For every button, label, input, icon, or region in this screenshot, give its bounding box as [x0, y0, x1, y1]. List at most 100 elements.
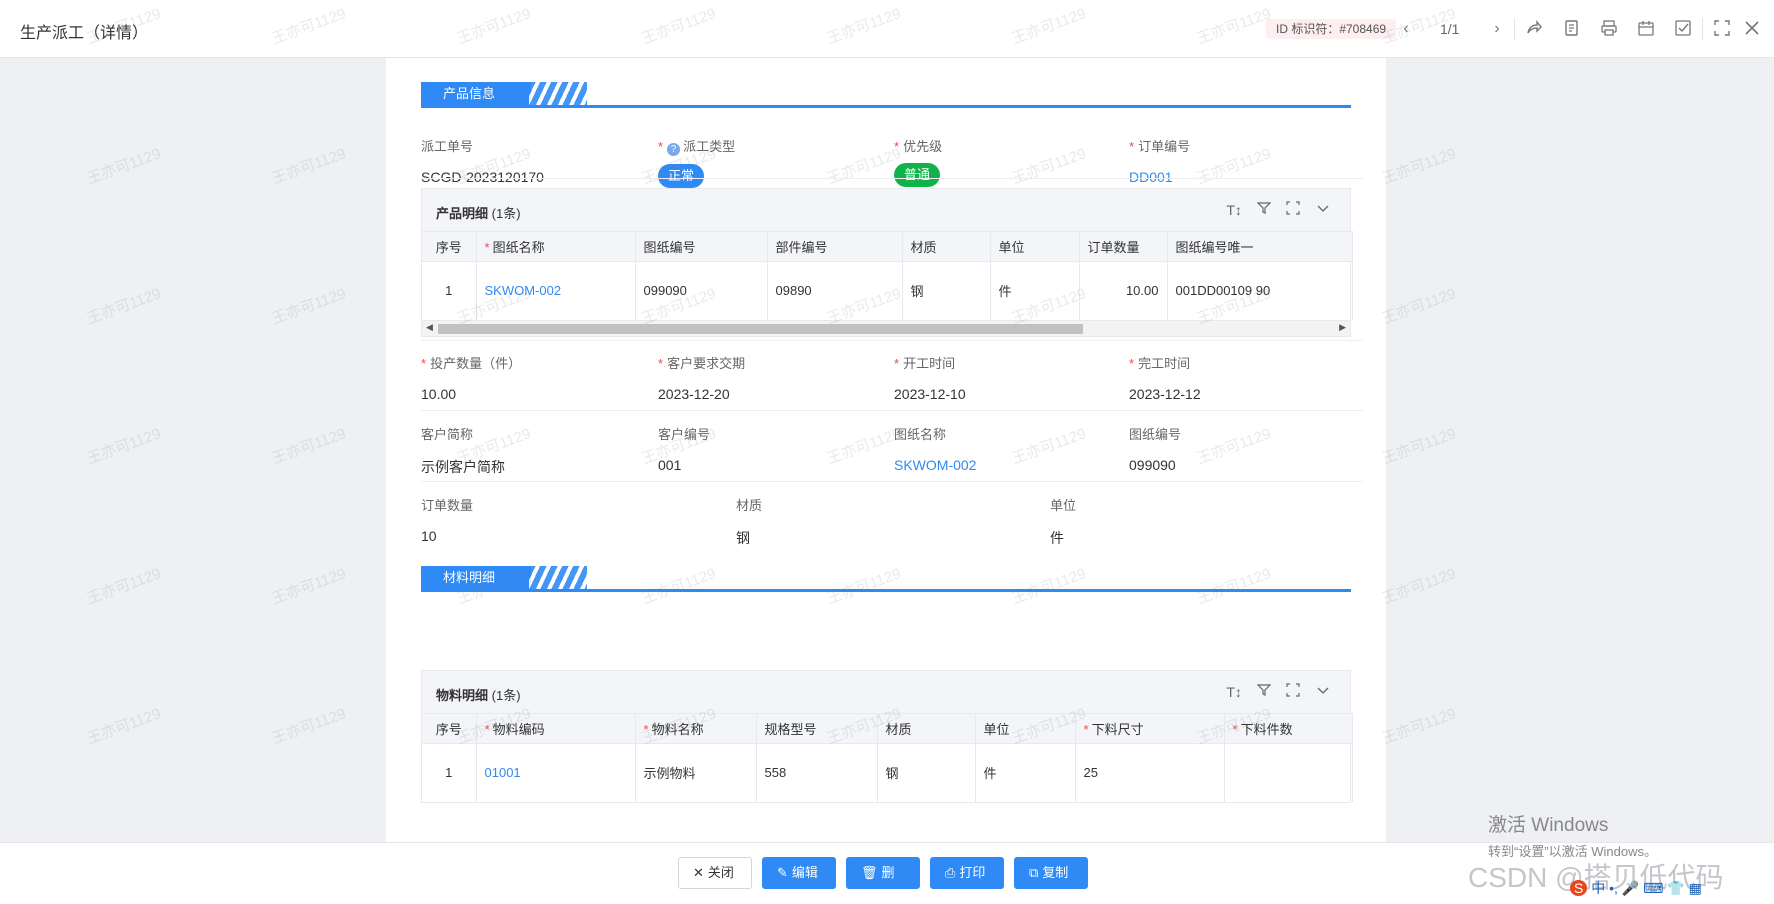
- print-icon[interactable]: [1599, 19, 1619, 39]
- cell-cut-size: 25: [1075, 743, 1225, 802]
- trash-icon: 🗑: [861, 865, 878, 880]
- field-label: 客户编号: [658, 427, 711, 442]
- watermark-text: 王亦可1129: [1379, 285, 1459, 328]
- edit-button[interactable]: ✎ 编辑: [762, 857, 836, 889]
- watermark-text: 王亦可1129: [1379, 425, 1459, 468]
- watermark-text: 王亦可1129: [1379, 565, 1459, 608]
- field-value: 示例客户简称: [421, 459, 505, 475]
- print-button[interactable]: ⎙ 打印: [930, 857, 1004, 889]
- field-order-qty: 订单数量 10: [421, 495, 473, 544]
- doc-icon[interactable]: [1562, 19, 1582, 39]
- filter-icon[interactable]: [1255, 683, 1273, 700]
- field-label: 客户简称: [421, 427, 474, 442]
- watermark-text: 王亦可1129: [84, 145, 164, 188]
- expand-icon[interactable]: [1284, 201, 1302, 218]
- expand-icon[interactable]: [1284, 683, 1302, 700]
- field-value: 10.00: [421, 386, 457, 402]
- text-size-icon[interactable]: T↕: [1225, 684, 1243, 700]
- field-drawing-name: 图纸名称 SKWOM-002: [894, 424, 976, 473]
- chevron-down-icon[interactable]: [1314, 683, 1332, 700]
- material-detail-table: 物料明细 (1条) T↕ 序号 * 物料编码 * 物料名称 规格型号 材质 单位…: [421, 670, 1353, 803]
- cell-unit: 件: [990, 261, 1080, 320]
- close-button[interactable]: ✕ 关闭: [678, 857, 752, 889]
- field-value: 2023-12-10: [894, 386, 966, 402]
- filter-icon[interactable]: [1255, 201, 1273, 218]
- field-label: 优先级: [903, 139, 943, 154]
- calendar-icon[interactable]: [1636, 19, 1656, 39]
- close-icon: ✕: [693, 865, 704, 880]
- column-header: * 下料件数: [1224, 713, 1353, 744]
- check-icon[interactable]: [1673, 19, 1693, 39]
- watermark-text: 王亦可1129: [269, 705, 349, 748]
- field-finish-time: * 完工时间 2023-12-12: [1129, 356, 1201, 402]
- field-start-time: * 开工时间 2023-12-10: [894, 356, 966, 402]
- share-icon[interactable]: [1524, 19, 1544, 39]
- section-tag: 材料明细: [421, 566, 531, 590]
- help-icon[interactable]: ?: [667, 143, 681, 156]
- required-mark: *: [894, 139, 900, 154]
- field-label: 单位: [1050, 498, 1077, 513]
- microphone-icon[interactable]: 🎤: [1622, 880, 1639, 896]
- product-section-header: 产品信息: [421, 82, 1351, 108]
- watermark-text: 王亦可1129: [84, 285, 164, 328]
- watermark-text: 王亦可1129: [84, 425, 164, 468]
- cell-drawing-name[interactable]: SKWOM-002: [476, 261, 636, 320]
- field-label: 材质: [736, 498, 763, 513]
- column-header: 序号: [422, 713, 477, 744]
- top-bar: 生产派工（详情） ID 标识符：#708469 ‹ 1/1 ›: [0, 0, 1774, 58]
- cell-material: 钢: [902, 261, 991, 320]
- shirt-icon[interactable]: 👕: [1667, 880, 1684, 896]
- section-line: [421, 105, 1351, 108]
- cell-part-no: 09890: [767, 261, 903, 320]
- punctuation-icon[interactable]: •,: [1609, 880, 1618, 896]
- cell-unique: 001DD00109 90: [1167, 261, 1353, 320]
- horizontal-scrollbar[interactable]: ◀ ▶: [422, 319, 1350, 336]
- chevron-left-icon[interactable]: ‹: [1396, 19, 1416, 39]
- fullscreen-icon[interactable]: [1712, 19, 1732, 39]
- column-header: 图纸编号唯一: [1167, 231, 1353, 262]
- chevron-right-icon[interactable]: ›: [1487, 19, 1507, 39]
- field-value: SCGD-2023120170: [421, 169, 544, 185]
- watermark-text: 王亦可1129: [84, 705, 164, 748]
- cell-material-code[interactable]: 01001: [476, 743, 636, 802]
- watermark-text: 王亦可1129: [1379, 145, 1459, 188]
- scroll-left-icon[interactable]: ◀: [426, 322, 433, 333]
- delete-button[interactable]: 🗑 删除: [846, 857, 920, 904]
- printer-icon: ⎙: [945, 865, 956, 880]
- field-value: 钢: [736, 530, 750, 546]
- id-badge: ID 标识符：#708469: [1266, 19, 1397, 39]
- ime-mode[interactable]: 中: [1591, 880, 1605, 896]
- material-section-header: 材料明细: [421, 566, 1351, 592]
- field-priority: * 优先级 普通: [894, 136, 942, 187]
- divider: [421, 340, 1363, 341]
- text-size-icon[interactable]: T↕: [1225, 202, 1243, 218]
- table-count: (1条): [491, 206, 521, 221]
- copy-button[interactable]: ⧉ 复制: [1014, 857, 1088, 889]
- order-link[interactable]: DD001: [1129, 169, 1190, 185]
- close-icon[interactable]: [1742, 19, 1762, 39]
- cell-cut-count: [1224, 743, 1353, 802]
- edit-icon: ✎: [777, 865, 788, 880]
- column-header: 材质: [902, 231, 991, 262]
- keyboard-icon[interactable]: ⌨: [1643, 880, 1663, 896]
- field-dispatch-type: *? 派工类型 正常: [658, 136, 735, 188]
- scrollbar-thumb[interactable]: [438, 323, 1083, 334]
- field-label: 订单数量: [421, 498, 474, 513]
- section-tag: 产品信息: [421, 82, 531, 106]
- status-pill: 正常: [658, 164, 705, 188]
- column-header: * 物料名称: [635, 713, 757, 744]
- cell-spec: 558: [756, 743, 878, 802]
- ime-logo-icon[interactable]: S: [1570, 880, 1588, 896]
- field-label: 投产数量（件）: [430, 356, 522, 371]
- table-title: 产品明细: [436, 206, 489, 221]
- scroll-right-icon[interactable]: ▶: [1339, 322, 1346, 333]
- chevron-down-icon[interactable]: [1314, 201, 1332, 218]
- divider: [1514, 18, 1515, 40]
- column-header: 部件编号: [767, 231, 903, 262]
- drawing-link[interactable]: SKWOM-002: [894, 457, 976, 473]
- cell-material: 钢: [877, 743, 976, 802]
- grid-icon[interactable]: ▦: [1689, 880, 1702, 896]
- field-value: 2023-12-20: [658, 386, 730, 402]
- table-count: (1条): [491, 688, 521, 703]
- field-label: 图纸名称: [894, 427, 947, 442]
